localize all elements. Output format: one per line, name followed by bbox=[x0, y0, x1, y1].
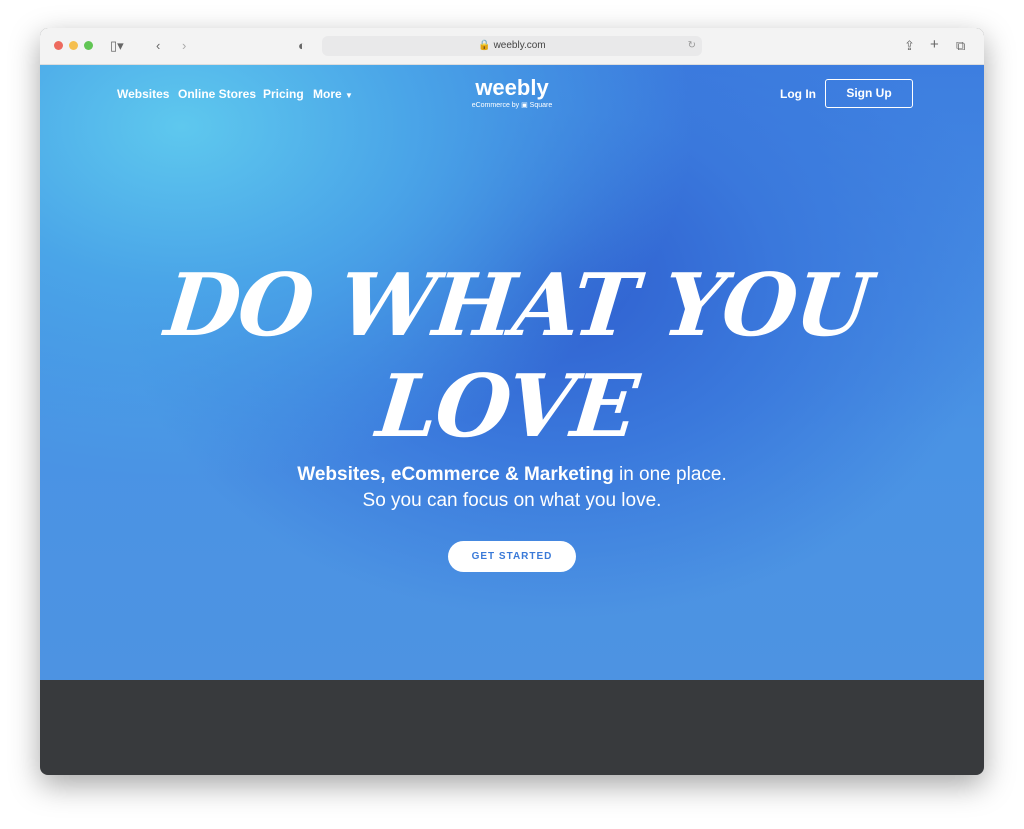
address-bar[interactable]: 🔒 weebly.com ↻ bbox=[322, 36, 702, 56]
tabs-icon[interactable]: ⧉ bbox=[956, 38, 965, 54]
share-icon[interactable]: ⇪ bbox=[904, 38, 915, 54]
browser-toolbar: ▯▾ ‹ › ◐ 🔒 weebly.com ↻ ⇪ + ⧉ bbox=[40, 28, 984, 65]
back-icon[interactable]: ‹ bbox=[156, 38, 160, 53]
close-icon[interactable] bbox=[54, 41, 63, 50]
shield-icon[interactable]: ◐ bbox=[298, 38, 306, 53]
sidebar-icon[interactable]: ▯▾ bbox=[110, 38, 124, 54]
url-text: weebly.com bbox=[493, 40, 546, 51]
hero-subtitle: Websites, eCommerce & Marketing in one p… bbox=[40, 462, 984, 514]
minimize-icon[interactable] bbox=[69, 41, 78, 50]
new-tab-icon[interactable]: + bbox=[930, 36, 939, 53]
signup-button[interactable]: Sign Up bbox=[825, 79, 913, 108]
subtitle-rest: in one place. bbox=[613, 464, 727, 485]
subtitle-bold: Websites, eCommerce & Marketing bbox=[297, 464, 614, 485]
maximize-icon[interactable] bbox=[84, 41, 93, 50]
browser-window: ▯▾ ‹ › ◐ 🔒 weebly.com ↻ ⇪ + ⧉ Websites On… bbox=[40, 28, 984, 775]
forward-icon[interactable]: › bbox=[182, 38, 186, 53]
get-started-button[interactable]: GET STARTED bbox=[448, 541, 576, 572]
hero-section: Websites Online Stores Pricing More ▼ Lo… bbox=[40, 65, 984, 680]
hero-headline: DO WHAT YOU LOVE bbox=[160, 255, 874, 457]
subtitle-line2: So you can focus on what you love. bbox=[362, 490, 662, 511]
reload-icon[interactable]: ↻ bbox=[688, 36, 696, 56]
